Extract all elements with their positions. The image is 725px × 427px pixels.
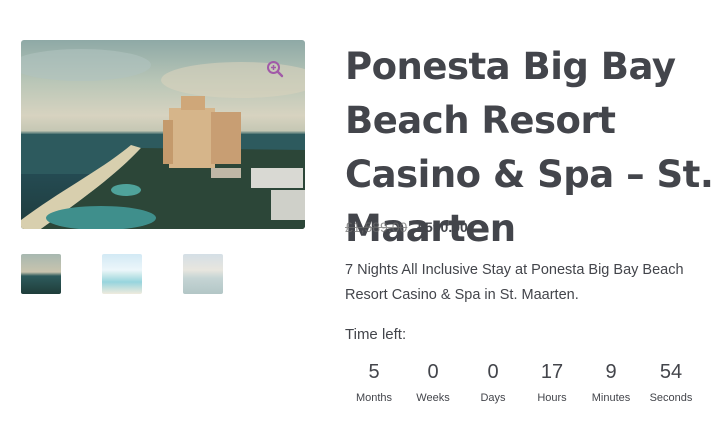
thumbnail-strip [21,254,305,296]
countdown-days: 0 Days [464,358,522,406]
countdown-unit-label: Hours [537,392,567,404]
countdown-value: 0 [427,361,439,383]
countdown-value: 17 [540,361,564,383]
product-description: 7 Nights All Inclusive Stay at Ponesta B… [345,262,684,303]
thumbnail-3[interactable] [183,254,223,294]
countdown-value: 54 [659,361,683,383]
countdown-unit-label: Seconds [649,392,693,404]
countdown-value: 9 [605,361,617,383]
countdown-unit-label: Days [480,392,506,404]
countdown-unit-label: Minutes [591,392,631,404]
main-product-image[interactable] [21,40,305,229]
countdown-value: 0 [487,361,499,383]
product-price: £1,589.00 £590.00 [345,218,468,236]
product-gallery [21,40,305,294]
countdown-hours: 17 Hours [523,358,581,406]
original-price: £1,589.00 [345,219,408,235]
countdown-value: 5 [368,361,380,383]
thumbnail-1[interactable] [21,254,61,294]
countdown-minutes: 9 Minutes [582,358,640,406]
thumbnail-2[interactable] [102,254,142,294]
countdown-unit-label: Weeks [416,392,450,404]
zoom-in-icon[interactable] [266,60,284,78]
countdown-timer: 5 Months 0 Weeks 0 Days 17 Hours 9 Minut… [345,358,700,410]
countdown-unit-label: Months [355,392,393,404]
resort-photo [21,49,305,229]
countdown-seconds: 54 Seconds [642,358,700,406]
sale-price: £590.00 [417,219,468,235]
countdown-weeks: 0 Weeks [404,358,462,406]
countdown-months: 5 Months [345,358,403,406]
product-summary: Ponesta Big Bay Beach Resort Casino & Sp… [345,40,715,404]
time-left-label: Time left: [345,326,407,343]
